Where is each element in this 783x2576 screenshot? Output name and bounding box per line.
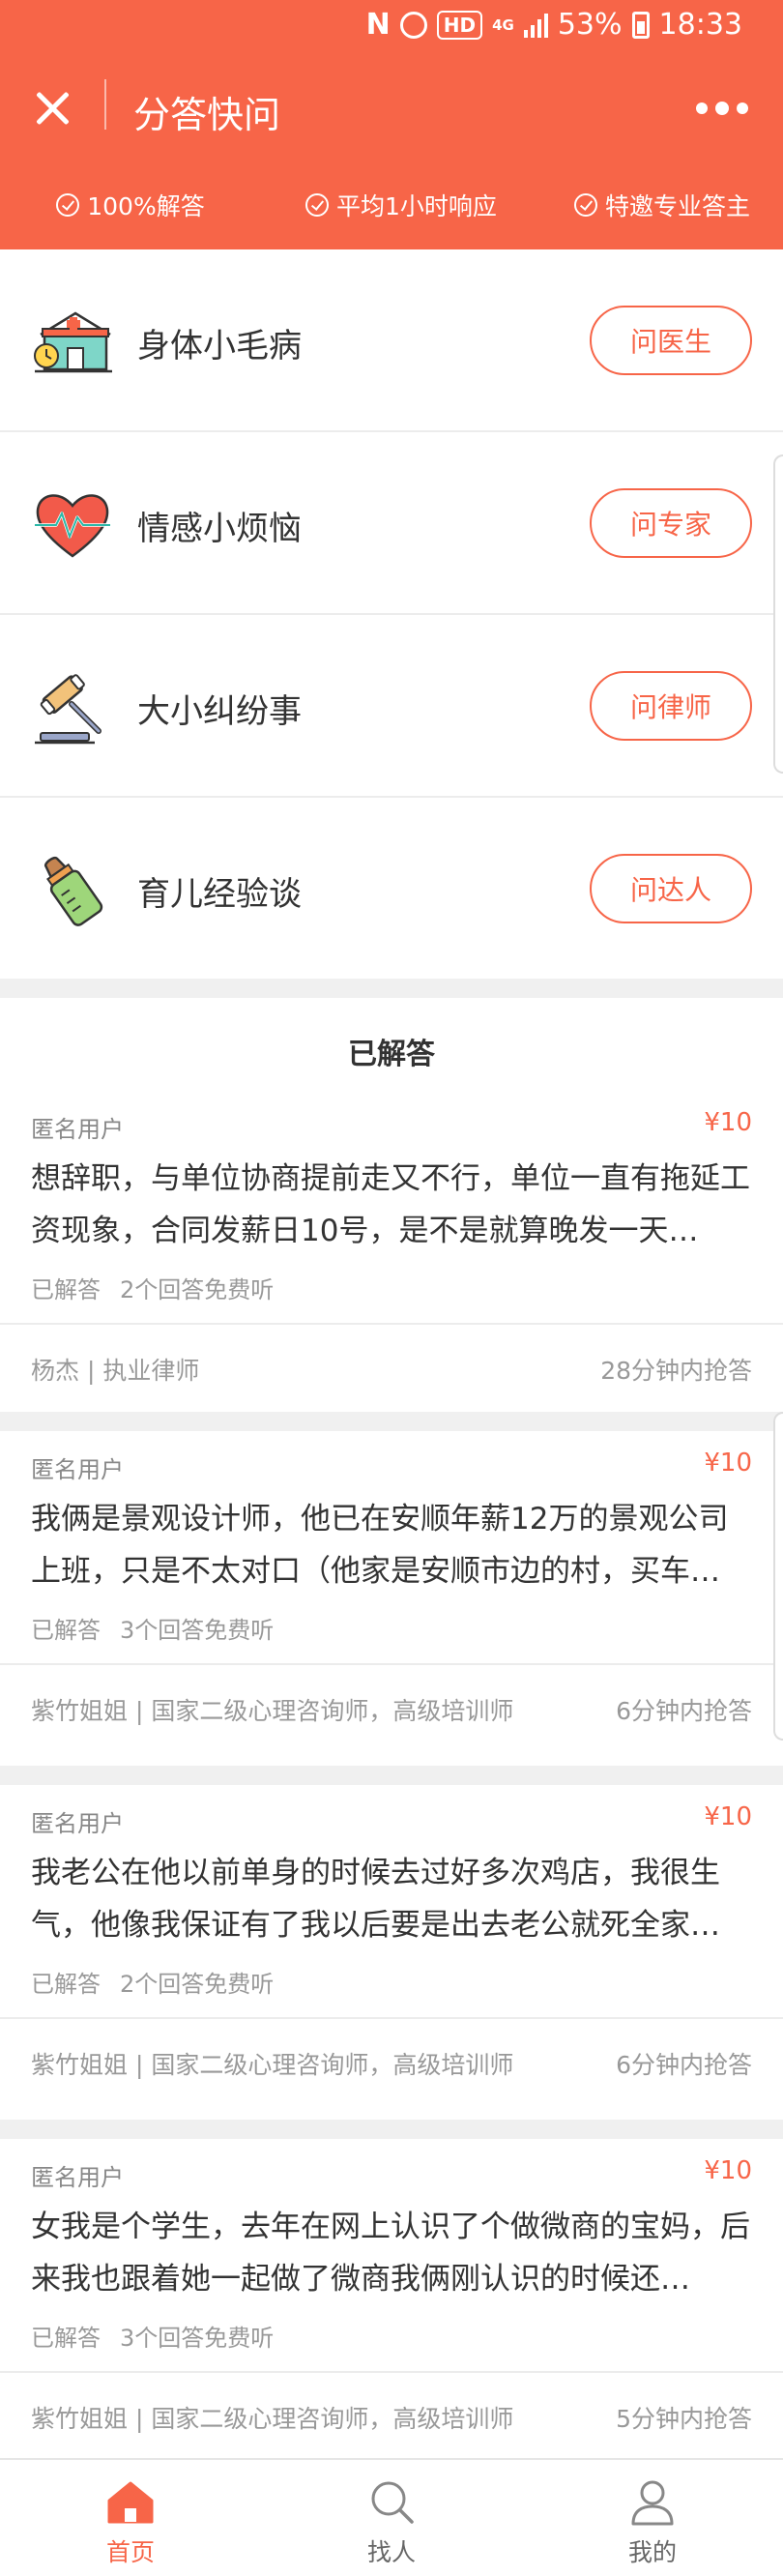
feature-label: 平均1小时响应 (336, 192, 497, 220)
free-listen-count: 3个回答免费听 (120, 2325, 275, 2352)
heart-pulse-icon (35, 494, 110, 558)
hd-badge: HD (436, 10, 483, 40)
close-icon[interactable] (29, 85, 75, 132)
card-divider (0, 2371, 783, 2373)
free-listen-count: 2个回答免费听 (120, 1276, 275, 1303)
question-text[interactable]: 我老公在他以前单身的时候去过好多次鸡店，我很生气，他像我保证有了我以后要是出去老… (31, 1847, 752, 1951)
baby-bottle-icon (44, 856, 103, 926)
nfc-icon: N (365, 8, 391, 42)
answer-card[interactable]: 匿名用户 ¥10 我俩是景观设计师，他已在安顺年薪12万的景观公司上班，只是不太… (0, 1431, 783, 1766)
signal-icon (523, 13, 548, 38)
answerer-info[interactable]: 紫竹姐姐 | 国家二级心理咨询师，高级培训师 (31, 2400, 513, 2435)
answered-section-title: 已解答 (348, 1038, 435, 1071)
answer-card[interactable]: 匿名用户 ¥10 女我是个学生，去年在网上认识了个做微商的宝妈，后来我也跟着她一… (0, 2139, 783, 2474)
section-gap (0, 979, 783, 998)
asker-name: 匿名用户 (31, 1456, 124, 1483)
category-row-health[interactable]: 身体小毛病 问医生 (0, 249, 783, 432)
answer-card[interactable]: 匿名用户 ¥10 我老公在他以前单身的时候去过好多次鸡店，我很生气，他像我保证有… (0, 1785, 783, 2120)
card-gap (0, 2120, 783, 2139)
response-time: 5分钟内抢答 (616, 2405, 752, 2433)
nav-label: 我的 (627, 2538, 677, 2566)
answer-meta: 已解答 3个回答免费听 (31, 1611, 274, 1645)
page-title: 分答快问 (133, 94, 281, 136)
status-bar: N HD 4G 53% 18:33 (0, 0, 783, 56)
answerer-info[interactable]: 紫竹姐姐 | 国家二级心理咨询师，高级培训师 (31, 1692, 513, 1727)
feature-label: 特邀专业答主 (604, 192, 750, 220)
more-options-icon[interactable] (696, 102, 748, 115)
network-type: 4G (492, 15, 514, 34)
nav-item-home[interactable]: 首页 (0, 2460, 261, 2576)
home-icon (107, 2481, 154, 2524)
app-header: N HD 4G 53% 18:33 分答快问 100%解答 平均1小时响应 特邀… (0, 0, 783, 249)
alarm-icon (399, 11, 427, 39)
asker-name: 匿名用户 (31, 1116, 124, 1143)
response-time: 6分钟内抢答 (616, 1697, 752, 1725)
free-listen-count: 3个回答免费听 (120, 1617, 275, 1644)
feature-experts: 特邀专业答主 (541, 182, 783, 228)
answer-status: 已解答 (31, 1276, 101, 1303)
answer-meta: 已解答 2个回答免费听 (31, 1965, 274, 1999)
ask-doctor-button[interactable]: 问医生 (590, 306, 752, 375)
bottom-nav: 首页 找人 我的 (0, 2458, 783, 2576)
price-tag: ¥10 (704, 1449, 752, 1478)
answer-status: 已解答 (31, 1971, 101, 1998)
clinic-icon (34, 311, 112, 373)
asker-name: 匿名用户 (31, 2164, 124, 2191)
category-label: 身体小毛病 (137, 327, 302, 366)
ask-expert-button[interactable]: 问专家 (590, 488, 752, 558)
nav-item-mine[interactable]: 我的 (522, 2460, 783, 2576)
ask-talent-button[interactable]: 问达人 (590, 854, 752, 923)
price-tag: ¥10 (704, 2156, 752, 2185)
price-tag: ¥10 (704, 1108, 752, 1137)
title-divider (104, 79, 106, 130)
category-row-emotion[interactable]: 情感小烦恼 问专家 (0, 432, 783, 615)
answer-status: 已解答 (31, 1617, 101, 1644)
feature-strip: 100%解答 平均1小时响应 特邀专业答主 (0, 182, 783, 228)
card-divider (0, 2017, 783, 2019)
category-row-dispute[interactable]: 大小纠纷事 问律师 (0, 615, 783, 798)
gavel-icon (35, 674, 102, 745)
battery-icon (631, 11, 650, 39)
nav-label: 首页 (105, 2538, 155, 2566)
battery-percent: 53% (557, 8, 623, 42)
scrollbar[interactable] (773, 454, 783, 774)
feature-response-time: 平均1小时响应 (261, 182, 541, 228)
answer-card[interactable]: 匿名用户 ¥10 想辞职，与单位协商提前走又不行，单位一直有拖延工资现象，合同发… (0, 1091, 783, 1425)
user-icon (631, 2480, 674, 2526)
price-tag: ¥10 (704, 1802, 752, 1831)
title-bar: 分答快问 (0, 68, 783, 145)
response-time: 28分钟内抢答 (600, 1357, 752, 1385)
card-divider (0, 1323, 783, 1325)
search-icon (371, 2481, 414, 2524)
question-text[interactable]: 我俩是景观设计师，他已在安顺年薪12万的景观公司上班，只是不太对口（他家是安顺市… (31, 1493, 752, 1597)
category-list: 身体小毛病 问医生 情感小烦恼 问专家 大小纠纷事 问律师 育儿经验谈 问达人 (0, 249, 783, 981)
answerer-info[interactable]: 杨杰 | 执业律师 (31, 1352, 199, 1387)
check-circle-icon (305, 193, 330, 217)
nav-item-find-people[interactable]: 找人 (261, 2460, 522, 2576)
question-text[interactable]: 女我是个学生，去年在网上认识了个做微商的宝妈，后来我也跟着她一起做了微商我俩刚认… (31, 2201, 752, 2305)
answer-meta: 已解答 3个回答免费听 (31, 2319, 274, 2353)
scrollbar[interactable] (773, 1412, 783, 1741)
question-text[interactable]: 想辞职，与单位协商提前走又不行，单位一直有拖延工资现象，合同发薪日10号，是不是… (31, 1153, 752, 1257)
card-gap (0, 1412, 783, 1431)
check-circle-icon (573, 193, 597, 217)
category-label: 情感小烦恼 (137, 510, 302, 548)
asker-name: 匿名用户 (31, 1810, 124, 1837)
clock: 18:33 (658, 8, 742, 42)
response-time: 6分钟内抢答 (616, 2051, 752, 2079)
nav-label: 找人 (366, 2538, 416, 2566)
free-listen-count: 2个回答免费听 (120, 1971, 275, 1998)
category-label: 大小纠纷事 (137, 692, 302, 731)
card-divider (0, 1663, 783, 1665)
answer-status: 已解答 (31, 2325, 101, 2352)
card-gap (0, 1766, 783, 1785)
check-circle-icon (56, 193, 80, 217)
category-label: 育儿经验谈 (137, 875, 302, 914)
ask-lawyer-button[interactable]: 问律师 (590, 671, 752, 741)
feature-full-answer: 100%解答 (0, 182, 261, 228)
feature-label: 100%解答 (87, 192, 205, 220)
answerer-info[interactable]: 紫竹姐姐 | 国家二级心理咨询师，高级培训师 (31, 2046, 513, 2081)
category-row-parenting[interactable]: 育儿经验谈 问达人 (0, 798, 783, 981)
answer-meta: 已解答 2个回答免费听 (31, 1271, 274, 1304)
